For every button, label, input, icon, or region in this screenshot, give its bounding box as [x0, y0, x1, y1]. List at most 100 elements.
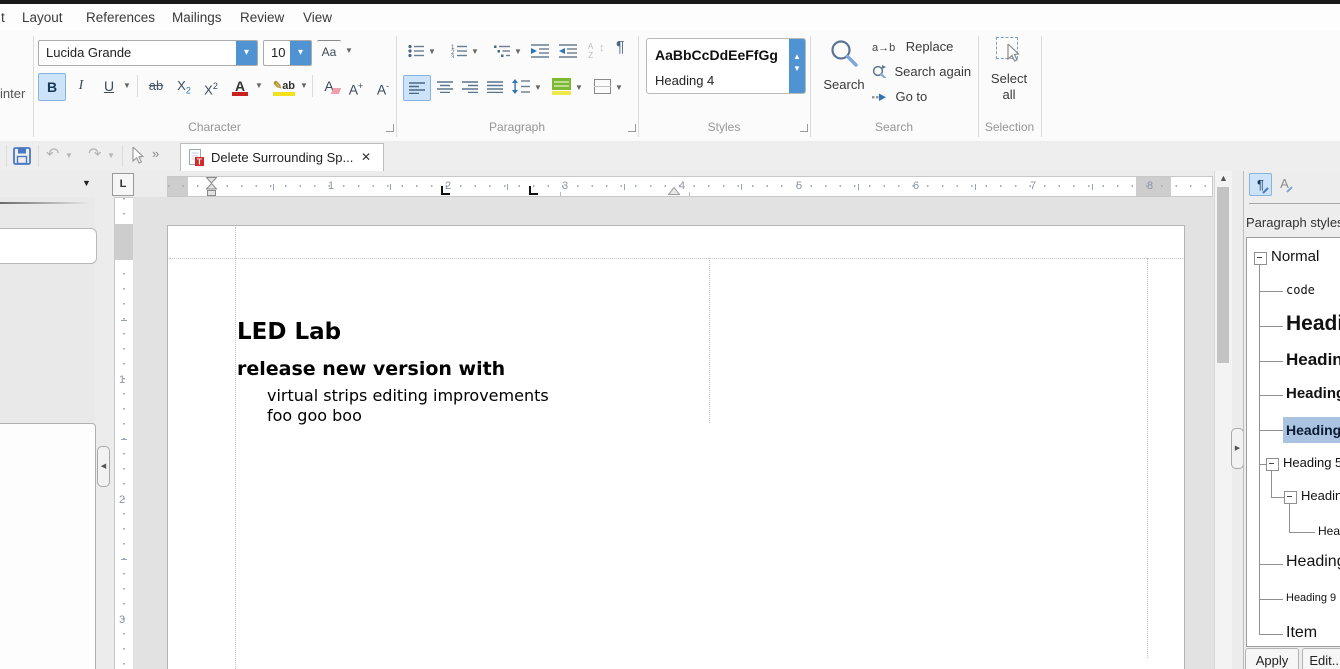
- doc-line[interactable]: virtual strips editing improvements: [267, 386, 549, 405]
- strikethrough-button[interactable]: ab: [143, 73, 169, 99]
- sidebar-input[interactable]: [0, 228, 97, 264]
- menu-item-layout[interactable]: Layout: [22, 9, 63, 26]
- font-color-button[interactable]: A: [228, 73, 252, 99]
- doc-title[interactable]: LED Lab: [237, 319, 341, 345]
- chevron-down-icon[interactable]: ▾: [236, 41, 257, 65]
- grow-font-button[interactable]: A+: [344, 73, 368, 99]
- shrink-font-button[interactable]: A-: [371, 73, 395, 99]
- search-button[interactable]: Search: [822, 37, 866, 97]
- save-icon[interactable]: [13, 147, 31, 165]
- redo-icon[interactable]: ↷: [88, 144, 101, 163]
- style-spinner[interactable]: ▲ ▼: [789, 39, 805, 93]
- style-item-heading3[interactable]: Heading 3: [1286, 385, 1340, 402]
- style-preview-box[interactable]: AaBbCcDdEeFfGg Heading 4 ▲ ▼: [646, 38, 806, 94]
- paragraph-styles-toggle[interactable]: ¶: [1249, 173, 1272, 196]
- menu-item-mailings[interactable]: Mailings: [172, 9, 222, 26]
- chevron-up-icon[interactable]: ▲: [789, 52, 805, 61]
- menu-item-references[interactable]: References: [86, 9, 155, 26]
- toolbar-overflow-button[interactable]: »: [152, 146, 159, 161]
- doc-heading[interactable]: release new version with: [237, 358, 505, 380]
- menu-item-view[interactable]: View: [303, 9, 332, 26]
- bold-button[interactable]: B: [38, 73, 66, 101]
- multilevel-list-button[interactable]: [494, 44, 511, 58]
- undo-dropdown-icon[interactable]: ▼: [65, 141, 73, 171]
- increase-indent-button[interactable]: [531, 44, 549, 58]
- redo-dropdown-icon[interactable]: ▼: [107, 141, 115, 171]
- vertical-scrollbar[interactable]: ▲: [1214, 171, 1232, 669]
- chevron-down-icon[interactable]: ▼: [789, 64, 805, 73]
- underline-button[interactable]: U: [98, 73, 120, 99]
- decrease-indent-button[interactable]: [559, 44, 577, 58]
- scroll-up-button[interactable]: ▲: [1215, 173, 1232, 187]
- align-right-button[interactable]: [462, 81, 478, 93]
- horizontal-ruler[interactable]: 1 2 3 4 5 6 7 8: [167, 176, 1213, 197]
- search-again-button[interactable]: Search again: [872, 63, 971, 79]
- show-formatting-button[interactable]: ¶: [616, 39, 625, 57]
- style-tree[interactable]: Normal code Heading 1 Heading 2 Heading …: [1246, 237, 1340, 647]
- doc-line[interactable]: foo goo boo: [267, 406, 362, 425]
- chevron-down-icon[interactable]: ▼: [615, 75, 623, 101]
- chevron-down-icon[interactable]: ▼: [575, 75, 583, 101]
- style-item-heading6[interactable]: Heading 6: [1301, 488, 1340, 503]
- ruler-triangle-marker[interactable]: [668, 187, 680, 195]
- menu-item-partial[interactable]: t: [1, 9, 5, 26]
- tree-collapse-icon[interactable]: [1266, 458, 1279, 471]
- style-item-item[interactable]: Item: [1286, 624, 1317, 642]
- edit-button[interactable]: Edit...: [1302, 648, 1340, 669]
- chevron-down-icon[interactable]: ▼: [255, 73, 263, 99]
- chevron-down-icon[interactable]: ▼: [534, 75, 542, 101]
- style-item-normal[interactable]: Normal: [1271, 248, 1319, 265]
- indent-marker[interactable]: [206, 177, 217, 196]
- highlight-button[interactable]: ✎ab: [270, 73, 298, 99]
- style-item-heading9[interactable]: Heading 9: [1286, 592, 1336, 604]
- sort-button[interactable]: AZ↕: [588, 42, 593, 60]
- style-item-heading7[interactable]: Heading 7: [1318, 524, 1340, 538]
- subscript-button[interactable]: X2: [172, 73, 196, 99]
- font-size-combo[interactable]: 10 ▾: [263, 40, 312, 66]
- align-center-button[interactable]: [437, 81, 453, 93]
- document-tab[interactable]: T Delete Surrounding Sp... ✕: [180, 143, 384, 172]
- select-all-button[interactable]: Select all: [980, 35, 1038, 119]
- font-name-combo[interactable]: Lucida Grande ▾: [38, 40, 258, 66]
- italic-button[interactable]: I: [70, 73, 92, 99]
- apply-button[interactable]: Apply: [1245, 648, 1299, 669]
- style-item-code[interactable]: code: [1286, 283, 1315, 297]
- undo-icon[interactable]: ↶: [46, 144, 59, 163]
- clear-formatting-button[interactable]: A: [316, 73, 342, 99]
- document-page[interactable]: LED Lab release new version with virtual…: [167, 225, 1185, 669]
- tab-stop-marker[interactable]: [529, 186, 538, 195]
- document-canvas[interactable]: LED Lab release new version with virtual…: [133, 197, 1214, 669]
- chevron-down-icon[interactable]: ▼: [514, 39, 522, 65]
- borders-button[interactable]: [594, 79, 611, 94]
- tree-collapse-icon[interactable]: [1284, 491, 1297, 504]
- change-case-button[interactable]: Aa: [317, 40, 341, 63]
- style-item-heading4[interactable]: Heading 4: [1286, 422, 1340, 438]
- group-expand-icon[interactable]: [386, 124, 394, 132]
- shading-button[interactable]: [552, 78, 571, 95]
- character-styles-toggle[interactable]: A: [1274, 173, 1295, 194]
- goto-button[interactable]: Go to: [872, 88, 927, 104]
- style-item-heading5[interactable]: Heading 5: [1283, 455, 1340, 470]
- vertical-ruler[interactable]: 1 2 3: [114, 197, 134, 669]
- chevron-down-icon[interactable]: ▼: [123, 73, 131, 99]
- sidebar-collapse-handle-left[interactable]: ◀: [97, 446, 110, 487]
- style-item-heading8[interactable]: Heading 8: [1286, 553, 1340, 571]
- chevron-down-icon[interactable]: ▼: [471, 39, 479, 65]
- chevron-down-icon[interactable]: ▼: [345, 40, 353, 62]
- menu-item-review[interactable]: Review: [240, 9, 284, 26]
- group-expand-icon[interactable]: [800, 124, 808, 132]
- chevron-down-icon[interactable]: ▾: [290, 41, 311, 65]
- justify-button[interactable]: [487, 81, 503, 93]
- close-icon[interactable]: ✕: [361, 150, 371, 164]
- tab-stop-selector[interactable]: L: [112, 173, 134, 196]
- replace-button[interactable]: a→b Replace: [872, 38, 953, 54]
- bullet-list-button[interactable]: [408, 44, 425, 58]
- scrollbar-thumb[interactable]: [1217, 187, 1229, 363]
- select-tool-icon[interactable]: [132, 147, 145, 164]
- style-item-heading1[interactable]: Heading 1: [1286, 312, 1340, 336]
- tab-stop-marker[interactable]: [441, 186, 450, 195]
- chevron-down-icon[interactable]: ▼: [428, 39, 436, 65]
- group-expand-icon[interactable]: [628, 124, 636, 132]
- chevron-down-icon[interactable]: ▼: [82, 178, 91, 188]
- line-spacing-button[interactable]: [512, 79, 530, 94]
